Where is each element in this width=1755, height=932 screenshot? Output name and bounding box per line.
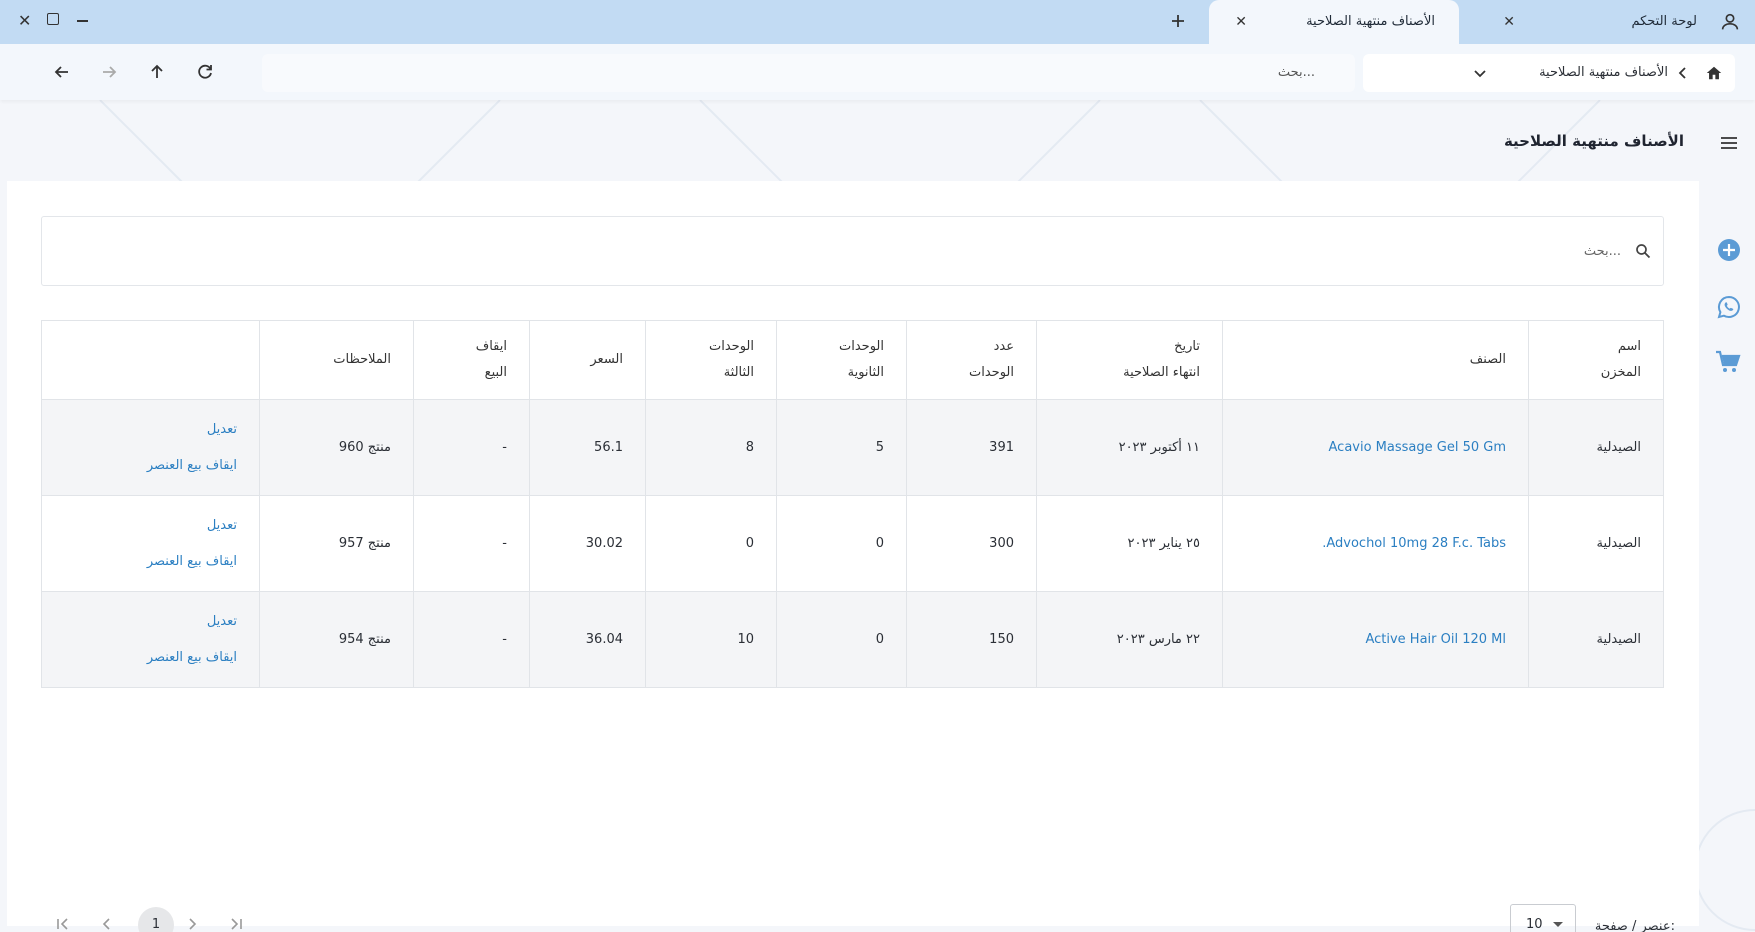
cell-stop-sale: -	[413, 495, 530, 592]
cell-secondary-units: 0	[776, 495, 907, 592]
prev-page-icon[interactable]	[99, 916, 115, 932]
first-page-icon[interactable]	[55, 916, 71, 932]
cell-store: الصيدلية	[1528, 495, 1664, 592]
window-close-icon[interactable]: ✕	[18, 11, 31, 30]
cell-store: الصيدلية	[1528, 591, 1664, 688]
expired-items-table: اسم المخزن الصنف تاريخ انتهاء الصلاحية عدد…	[41, 320, 1664, 688]
window-minimize-icon[interactable]	[77, 20, 88, 22]
content-card: بحث... اسم المخزن الصنف تاريخ انتهاء الصلا…	[7, 181, 1699, 932]
tab-label: الأصناف منتهية الصلاحية	[1306, 14, 1435, 29]
search-placeholder: بحث...	[1583, 244, 1621, 259]
header-secondary-units[interactable]: الوحدات الثانوية	[776, 320, 907, 400]
header-expiry[interactable]: تاريخ انتهاء الصلاحية	[1036, 320, 1223, 400]
up-arrow-icon[interactable]	[147, 62, 167, 82]
whatsapp-icon[interactable]	[1717, 295, 1741, 319]
refresh-icon[interactable]	[195, 62, 215, 82]
chevron-down-icon	[1553, 922, 1563, 927]
header-actions	[41, 320, 260, 400]
edit-link[interactable]: تعديل	[64, 412, 237, 448]
chevron-icon	[1678, 67, 1686, 79]
navigation-bar: بحث... الأصناف منتهية الصلاحية	[0, 44, 1755, 100]
stop-sale-link[interactable]: ايقاف بيع العنصر	[64, 544, 237, 580]
cell-tertiary-units: 0	[645, 495, 777, 592]
cell-actions: تعديل ايقاف بيع العنصر	[41, 495, 260, 592]
tab-bar: ✕ الأصناف منتهية الصلاحية ✕ ✕ لوحة التحك…	[0, 0, 1755, 44]
cell-expiry: ١١ أكتوبر ٢٠٢٣	[1036, 399, 1223, 496]
cell-units: 150	[906, 591, 1037, 688]
page-title: الأصناف منتهية الصلاحية	[1503, 132, 1684, 150]
cell-secondary-units: 5	[776, 399, 907, 496]
header-tertiary-units[interactable]: الوحدات الثالثة	[645, 320, 777, 400]
stop-sale-link[interactable]: ايقاف بيع العنصر	[64, 640, 237, 676]
per-page-label: عنصر / صفحة:	[1594, 919, 1675, 932]
tab-expired-items[interactable]: الأصناف منتهية الصلاحية ✕	[1209, 0, 1459, 44]
header-units[interactable]: عدد الوحدات	[906, 320, 1037, 400]
add-circle-icon[interactable]	[1717, 238, 1741, 262]
stop-sale-link[interactable]: ايقاف بيع العنصر	[64, 448, 237, 484]
edit-link[interactable]: تعديل	[64, 508, 237, 544]
new-tab-button[interactable]	[1170, 10, 1186, 34]
header-notes[interactable]: الملاحظات	[259, 320, 414, 400]
cell-units: 391	[906, 399, 1037, 496]
cell-expiry: ٢٢ مارس ٢٠٢٣	[1036, 591, 1223, 688]
cell-price: 30.02	[529, 495, 646, 592]
chevron-down-icon[interactable]	[1471, 64, 1489, 82]
breadcrumb[interactable]: الأصناف منتهية الصلاحية	[1539, 65, 1668, 80]
cell-price: 36.04	[529, 591, 646, 688]
header-stop-sale[interactable]: ايقاف البيع	[413, 320, 530, 400]
address-bar[interactable]: الأصناف منتهية الصلاحية	[1363, 54, 1735, 92]
edit-link[interactable]: تعديل	[64, 604, 237, 640]
nav-search-placeholder: بحث...	[1277, 65, 1315, 80]
search-input[interactable]: بحث...	[41, 216, 1664, 286]
tab-label: لوحة التحكم	[1631, 14, 1697, 29]
window-maximize-icon[interactable]	[47, 13, 59, 25]
forward-arrow-icon[interactable]	[99, 62, 119, 82]
per-page-value: 10	[1526, 917, 1543, 932]
current-page-button[interactable]: 1	[138, 907, 174, 932]
cell-stop-sale: -	[413, 399, 530, 496]
cell-actions: تعديل ايقاف بيع العنصر	[41, 591, 260, 688]
cell-notes: منتج 957	[259, 495, 414, 592]
header-store[interactable]: اسم المخزن	[1528, 320, 1664, 400]
cell-expiry: ٢٥ يناير ٢٠٢٣	[1036, 495, 1223, 592]
user-icon[interactable]	[1719, 11, 1741, 33]
cell-notes: منتج 954	[259, 591, 414, 688]
close-icon[interactable]: ✕	[1235, 14, 1247, 30]
back-arrow-icon[interactable]	[52, 62, 72, 82]
cell-store: الصيدلية	[1528, 399, 1664, 496]
cell-item[interactable]: Active Hair Oil 120 Ml	[1222, 591, 1529, 688]
search-icon	[1636, 244, 1651, 259]
home-icon[interactable]	[1705, 64, 1723, 82]
cell-stop-sale: -	[413, 591, 530, 688]
cell-price: 56.1	[529, 399, 646, 496]
table-row: الصيدلية Active Hair Oil 120 Ml ٢٢ مارس …	[41, 591, 1664, 688]
cart-icon[interactable]	[1715, 350, 1741, 374]
cell-tertiary-units: 10	[645, 591, 777, 688]
table-row: الصيدلية Advochol 10mg 28 F.c. Tabs. ٢٥ …	[41, 495, 1664, 592]
table-row: الصيدلية Acavio Massage Gel 50 Gm ١١ أكت…	[41, 399, 1664, 496]
cell-secondary-units: 0	[776, 591, 907, 688]
cell-item[interactable]: Advochol 10mg 28 F.c. Tabs.	[1222, 495, 1529, 592]
next-page-icon[interactable]	[184, 916, 200, 932]
menu-icon[interactable]	[1720, 136, 1738, 150]
plus-icon	[1172, 15, 1184, 27]
cell-notes: منتج 960	[259, 399, 414, 496]
per-page-select[interactable]: 10	[1510, 904, 1576, 932]
header-price[interactable]: السعر	[529, 320, 646, 400]
last-page-icon[interactable]	[228, 916, 244, 932]
tab-dashboard[interactable]: ✕ لوحة التحكم	[1495, 0, 1755, 44]
nav-search-input[interactable]: بحث...	[262, 54, 1355, 92]
close-icon[interactable]: ✕	[1503, 14, 1515, 30]
header-item[interactable]: الصنف	[1222, 320, 1529, 400]
cell-actions: تعديل ايقاف بيع العنصر	[41, 399, 260, 496]
table-header-row: اسم المخزن الصنف تاريخ انتهاء الصلاحية عدد…	[41, 320, 1664, 400]
cell-item[interactable]: Acavio Massage Gel 50 Gm	[1222, 399, 1529, 496]
cell-units: 300	[906, 495, 1037, 592]
cell-tertiary-units: 8	[645, 399, 777, 496]
